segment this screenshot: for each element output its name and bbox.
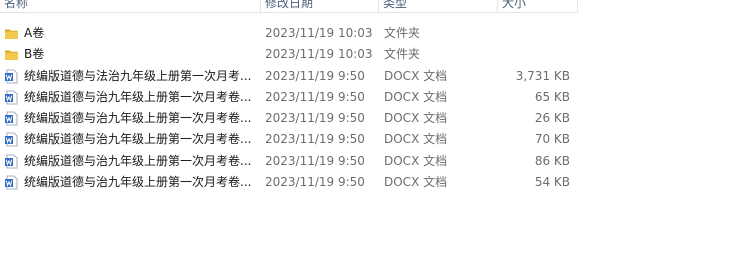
file-name: 统编版道德与治九年级上册第一次月考卷... [24, 132, 252, 147]
file-type: 文件夹 [384, 47, 421, 62]
file-explorer: 名称 修改日期 类型 大小 A卷 2023/11/19 10:03 文件夹 B卷 202… [0, 0, 750, 276]
file-type: DOCX 文档 [384, 68, 448, 83]
file-row[interactable]: 统编版道德与治九年级上册第一次月考卷... 2023/11/19 9:50 DOCX… [0, 151, 578, 172]
word-document-icon [4, 90, 19, 105]
word-document-icon [4, 111, 19, 126]
file-name: B卷 [24, 47, 45, 62]
file-type: DOCX 文档 [384, 153, 448, 168]
file-date-modified: 2023/11/19 9:50 [265, 89, 365, 104]
word-document-icon [4, 154, 19, 169]
file-date-modified: 2023/11/19 10:03 [265, 26, 373, 40]
column-header-name[interactable]: 名称 [0, 0, 260, 12]
file-size [497, 23, 570, 44]
file-date-modified: 2023/11/19 9:50 [265, 175, 365, 190]
column-header-size[interactable]: 大小 [497, 0, 578, 12]
file-size: 3,731 KB [515, 68, 570, 83]
file-type: DOCX 文档 [384, 175, 448, 190]
file-type: 文件夹 [384, 26, 421, 40]
file-size: 70 KB [534, 132, 570, 147]
file-size: 26 KB [534, 111, 570, 126]
file-name: A卷 [24, 26, 45, 40]
file-date-modified: 2023/11/19 9:50 [265, 153, 365, 168]
column-header-type[interactable]: 类型 [378, 0, 497, 12]
file-list: A卷 2023/11/19 10:03 文件夹 B卷 2023/11/19 10:03 文… [0, 23, 578, 193]
word-document-icon [4, 69, 19, 84]
folder-row[interactable]: B卷 2023/11/19 10:03 文件夹 [0, 44, 578, 65]
file-name: 统编版道德与治九年级上册第一次月考卷... [24, 153, 252, 168]
file-size: 65 KB [534, 89, 570, 104]
folder-row[interactable]: A卷 2023/11/19 10:03 文件夹 [0, 23, 578, 44]
word-document-icon [4, 175, 19, 190]
file-size: 86 KB [534, 153, 570, 168]
file-name: 统编版道德与法治九年级上册第一次月考... [24, 68, 252, 83]
file-date-modified: 2023/11/19 9:50 [265, 132, 365, 147]
file-row[interactable]: 统编版道德与治九年级上册第一次月考卷... 2023/11/19 9:50 DOCX… [0, 129, 578, 150]
column-header-bar: 名称 修改日期 类型 大小 [0, 0, 578, 13]
file-date-modified: 2023/11/19 9:50 [265, 111, 365, 126]
word-document-icon [4, 132, 19, 147]
file-type: DOCX 文档 [384, 89, 448, 104]
file-date-modified: 2023/11/19 10:03 [265, 47, 373, 62]
file-date-modified: 2023/11/19 9:50 [265, 68, 365, 83]
file-size: 54 KB [534, 175, 570, 190]
file-row[interactable]: 统编版道德与治九年级上册第一次月考卷... 2023/11/19 9:50 DOCX… [0, 87, 578, 108]
folder-icon [4, 47, 19, 62]
folder-icon [4, 26, 19, 41]
file-row[interactable]: 统编版道德与法治九年级上册第一次月考... 2023/11/19 9:50 DOCX… [0, 66, 578, 87]
file-name: 统编版道德与治九年级上册第一次月考卷... [24, 111, 252, 126]
file-size [497, 44, 570, 65]
file-row[interactable]: 统编版道德与治九年级上册第一次月考卷... 2023/11/19 9:50 DOCX… [0, 172, 578, 193]
file-name: 统编版道德与治九年级上册第一次月考卷... [24, 175, 252, 190]
file-name: 统编版道德与治九年级上册第一次月考卷... [24, 89, 252, 104]
file-type: DOCX 文档 [384, 132, 448, 147]
file-type: DOCX 文档 [384, 111, 448, 126]
file-row[interactable]: 统编版道德与治九年级上册第一次月考卷... 2023/11/19 9:50 DOCX… [0, 108, 578, 129]
column-header-date-modified[interactable]: 修改日期 [260, 0, 378, 12]
